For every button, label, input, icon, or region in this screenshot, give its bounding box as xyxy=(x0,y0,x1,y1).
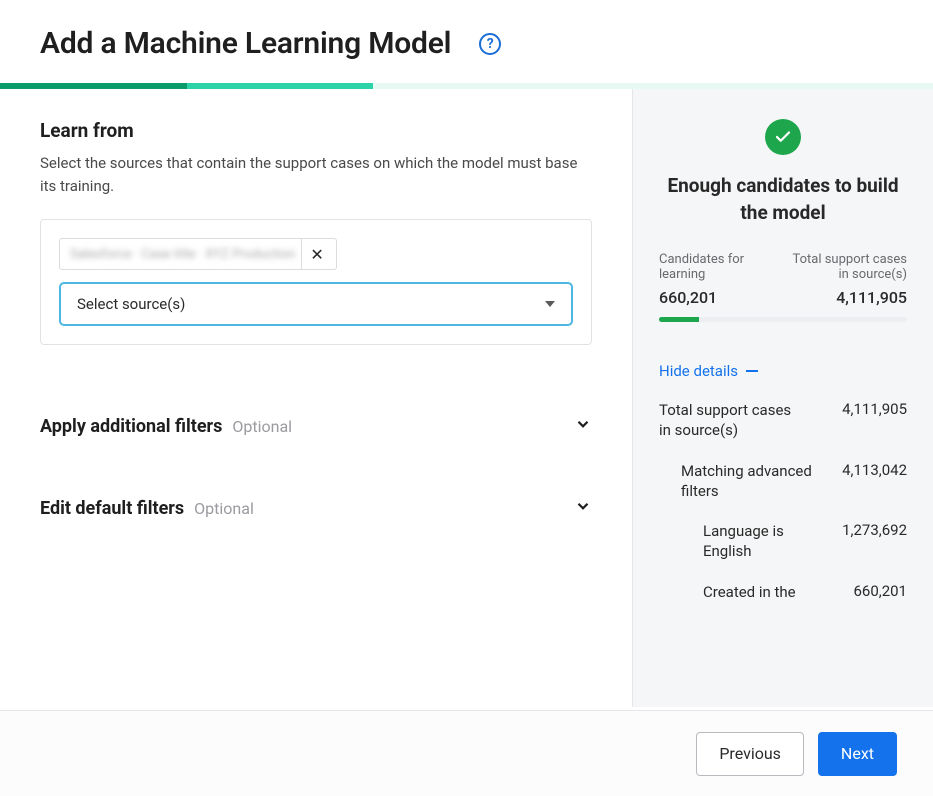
candidates-progress-bar xyxy=(659,317,907,322)
apply-additional-filters-toggle[interactable]: Apply additional filters Optional xyxy=(40,415,592,437)
detail-total-label: Total support cases in source(s) xyxy=(659,400,799,441)
chip-label: Salesforce · Case title · XYZ Production xyxy=(70,247,301,262)
chevron-down-icon xyxy=(574,415,592,437)
detail-matching-row: Matching advanced filters 4,113,042 xyxy=(659,461,907,502)
detail-total-row: Total support cases in source(s) 4,111,9… xyxy=(659,400,907,441)
candidates-label: Candidates for learning xyxy=(659,252,778,282)
wizard-card: Add a Machine Learning Model ? Learn fro… xyxy=(0,0,933,796)
previous-button[interactable]: Previous xyxy=(696,732,804,776)
body: Learn from Select the sources that conta… xyxy=(0,89,933,707)
additional-filters-optional: Optional xyxy=(232,417,292,436)
detail-created-label: Created in the xyxy=(703,582,796,602)
page-title: Add a Machine Learning Model xyxy=(40,26,451,61)
hide-details-toggle[interactable]: Hide details xyxy=(659,362,907,380)
learn-from-title: Learn from xyxy=(40,119,592,142)
hide-details-label: Hide details xyxy=(659,362,738,380)
help-icon[interactable]: ? xyxy=(479,33,501,55)
default-filters-label: Edit default filters xyxy=(40,498,184,519)
learn-from-description: Select the sources that contain the supp… xyxy=(40,152,592,197)
status-title: Enough candidates to build the model xyxy=(659,173,907,226)
source-selector-box: Salesforce · Case title · XYZ Production… xyxy=(40,219,592,345)
additional-filters-label: Apply additional filters xyxy=(40,416,222,437)
minus-icon xyxy=(746,370,758,372)
metric-values: 660,201 4,111,905 xyxy=(659,288,907,307)
selected-source-chip: Salesforce · Case title · XYZ Production… xyxy=(59,238,337,270)
source-select[interactable]: Select source(s) xyxy=(59,282,573,326)
detail-matching-value: 4,113,042 xyxy=(842,461,907,502)
total-value: 4,111,905 xyxy=(836,288,907,307)
edit-default-filters-toggle[interactable]: Edit default filters Optional xyxy=(40,497,592,519)
footer: Previous Next xyxy=(0,710,933,796)
detail-language-value: 1,273,692 xyxy=(842,521,907,562)
next-button[interactable]: Next xyxy=(818,732,897,776)
total-label: Total support cases in source(s) xyxy=(788,252,907,282)
detail-created-row: Created in the 660,201 xyxy=(659,582,907,602)
detail-language-row: Language is English 1,273,692 xyxy=(659,521,907,562)
close-icon[interactable]: ✕ xyxy=(301,239,329,269)
left-panel: Learn from Select the sources that conta… xyxy=(0,89,633,707)
chevron-down-icon xyxy=(545,301,555,307)
metric-labels: Candidates for learning Total support ca… xyxy=(659,252,907,282)
detail-total-value: 4,111,905 xyxy=(842,400,907,441)
detail-created-value: 660,201 xyxy=(853,582,907,602)
detail-matching-label: Matching advanced filters xyxy=(681,461,821,502)
select-placeholder: Select source(s) xyxy=(77,295,185,313)
right-panel: Enough candidates to build the model Can… xyxy=(633,89,933,707)
header: Add a Machine Learning Model ? xyxy=(0,0,933,83)
check-icon xyxy=(765,119,801,155)
detail-language-label: Language is English xyxy=(703,521,832,562)
chevron-down-icon xyxy=(574,497,592,519)
candidates-value: 660,201 xyxy=(659,288,717,307)
candidates-progress-fill xyxy=(659,317,699,322)
default-filters-optional: Optional xyxy=(194,499,254,518)
